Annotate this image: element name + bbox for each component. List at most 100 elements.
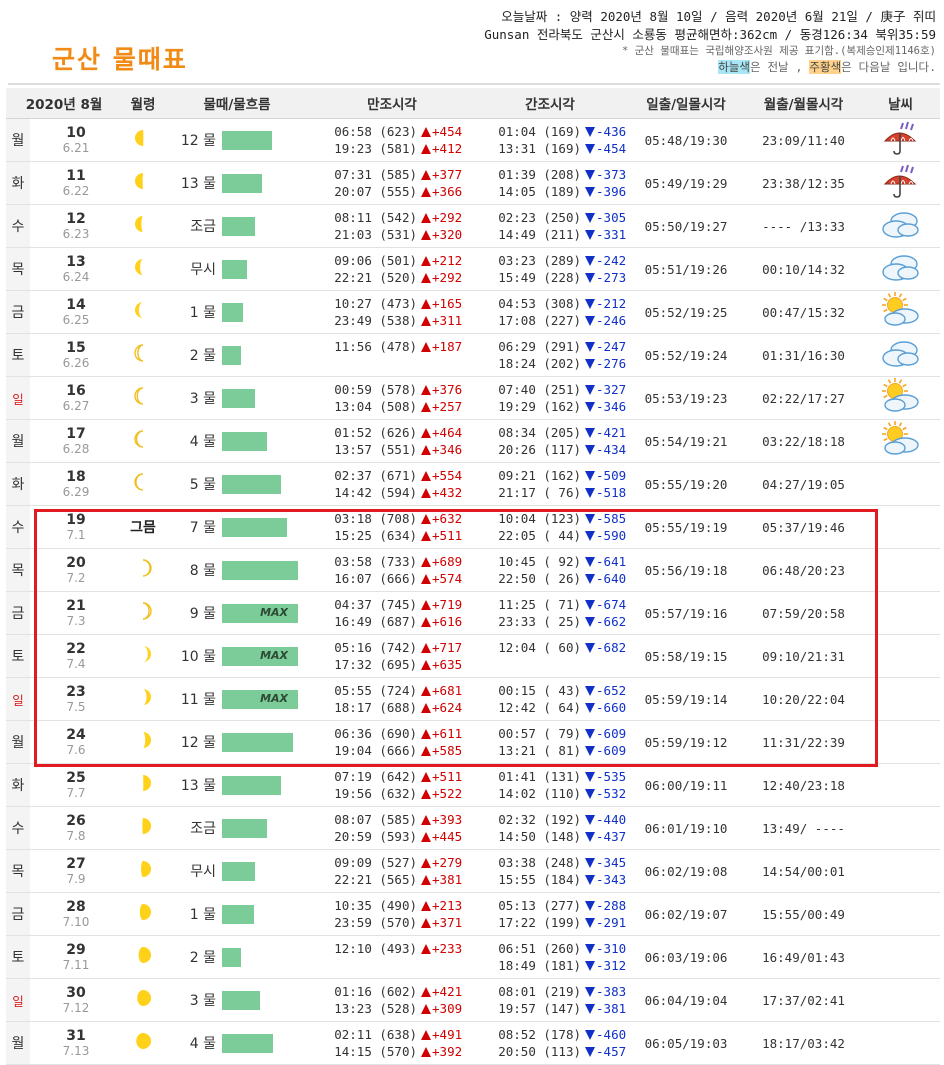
tide-flow-bar [222,302,244,322]
tide-cell: 5 물 [164,462,311,506]
moon-new-crescent-icon [143,646,152,662]
table-row: 월 17 6.28 4 물 01:52 (626) +464 13:57 (551) +346… [6,419,941,463]
tide-flow-bar [222,388,256,408]
tide-cell: 13 물 [164,161,311,205]
low-tide-diff: -640 [596,571,627,586]
low-tide-time: 23:33 ( 25) [498,614,582,629]
weather-cell [861,677,941,721]
moonrise-moonset: 23:09/11:40 [746,118,862,162]
tide-name: 7 물 [189,520,217,536]
low-tide-cell: 06:51 (260) -310 18:49 (181) -312 [474,935,627,979]
solar-day: 30 [66,985,86,1001]
lunar-date: 6.22 [62,184,90,198]
date-cell: 20 7.2 [30,548,123,592]
location-line: Gunsan 전라북도 군산시 소룡동 평균해면하:362cm / 동경126:… [484,27,936,42]
lunar-date: 6.26 [62,356,90,370]
high-tide-diff: +681 [432,683,463,698]
lunar-date: 7.8 [66,829,86,843]
arrow-down-icon [585,746,596,756]
cloud-icon [881,341,919,367]
high-tide-diff: +611 [432,726,463,741]
lunar-date: 6.28 [62,442,90,456]
legend-sky: 하늘색 [718,60,750,74]
moon-gibbous-icon [138,947,152,963]
moonrise-moonset: 12:40/23:18 [746,763,862,807]
table-row: 토 22 7.4 10 물 MAX 05:16 (742) +717 17:32 (695) +… [6,634,941,678]
high-tide-cell: 02:37 (671) +554 14:42 (594) +432 [310,462,475,506]
moonrise-moonset: 09:10/21:31 [746,634,862,678]
tide-cell: 9 물 MAX [164,591,311,635]
low-tide-diff: -641 [596,554,627,569]
high-tide-diff: +377 [432,167,463,182]
low-tide-diff: -288 [596,898,627,913]
low-tide-cell: 11:25 ( 71) -674 23:33 ( 25) -662 [474,591,627,635]
low-tide-cell: 02:23 (250) -305 14:49 (211) -331 [474,204,626,248]
solar-day: 26 [66,813,86,829]
moonrise-moonset: 16:49/01:43 [746,935,862,979]
low-tide-time: 03:23 (289) [498,253,582,268]
low-tide-diff: -276 [596,356,627,371]
solar-day: 13 [66,254,86,270]
low-tide-diff: -674 [596,597,627,612]
low-tide-time: 06:51 (260) [498,941,582,956]
tide-cell: 1 물 [164,290,311,334]
tide-flow-bar [222,345,242,365]
low-tide-diff: -440 [596,812,627,827]
high-tide-diff: +616 [432,614,463,629]
moon-cell [122,634,165,678]
lunar-date: 7.6 [66,743,86,757]
moon-cell [122,591,165,635]
weather-cell [861,376,941,420]
high-tide-cell: 05:16 (742) +717 17:32 (695) +635 [310,634,475,678]
low-tide-diff: -310 [596,941,627,956]
arrow-up-icon [421,643,432,653]
arrow-up-icon [421,1030,432,1040]
solar-day: 14 [66,297,86,313]
tide-flow-bar [222,990,261,1010]
moon-cell [122,978,165,1022]
low-tide-cell: 12:04 ( 60) -682 [474,634,626,678]
low-tide-diff: -660 [596,700,627,715]
tide-name: 8 물 [189,563,217,579]
moon-crescent-icon [135,216,144,232]
high-tide-time: 13:57 (551) [334,442,418,457]
weather-cell [861,1021,941,1065]
high-tide-time: 18:17 (688) [334,700,418,715]
tide-cell: 무시 [164,849,311,893]
high-tide-cell: 08:07 (585) +393 20:59 (593) +445 [310,806,475,850]
table-row: 목 13 6.24 무시 09:06 (501) +212 22:21 (520) +292 0… [6,247,941,291]
low-tide-diff: -247 [596,339,627,354]
weather-cell [861,290,941,334]
arrow-up-icon [421,918,432,928]
page-title: 군산 물때표 [52,45,188,74]
day-of-week: 목 [6,548,30,592]
arrow-down-icon [585,342,596,352]
low-tide-time: 01:41 (131) [498,769,582,784]
high-tide-diff: +445 [432,829,463,844]
solar-day: 12 [66,211,86,227]
arrow-down-icon [585,643,596,653]
moon-cell [122,161,165,205]
day-of-week: 토 [6,634,30,678]
date-cell: 14 6.25 [30,290,123,334]
arrow-up-icon [421,746,432,756]
high-tide-cell: 04:37 (745) +719 16:49 (687) +616 [310,591,475,635]
low-tide-diff: -436 [596,124,627,139]
moon-half-icon [135,173,144,189]
moon-cell [122,806,165,850]
date-cell: 11 6.22 [30,161,123,205]
arrow-down-icon [585,875,596,885]
moon-phase-label: 그믐 [130,520,156,536]
low-tide-cell: 01:41 (131) -535 14:02 (110) -532 [474,763,626,807]
arrow-up-icon [421,858,432,868]
cloud-icon [881,255,919,281]
day-of-week: 화 [6,763,30,807]
high-tide-cell: 10:27 (473) +165 23:49 (538) +311 [310,290,475,334]
high-tide-diff: +309 [432,1001,463,1016]
tide-cell: 2 물 [164,935,311,979]
arrow-down-icon [585,359,596,369]
tide-flow-bar [222,775,282,795]
table-row: 수 19 7.1 그믐 7 물 03:18 (708) +632 15:25 (634) +51… [6,505,941,549]
tide-name: 1 물 [189,305,217,321]
high-tide-diff: +212 [432,253,463,268]
